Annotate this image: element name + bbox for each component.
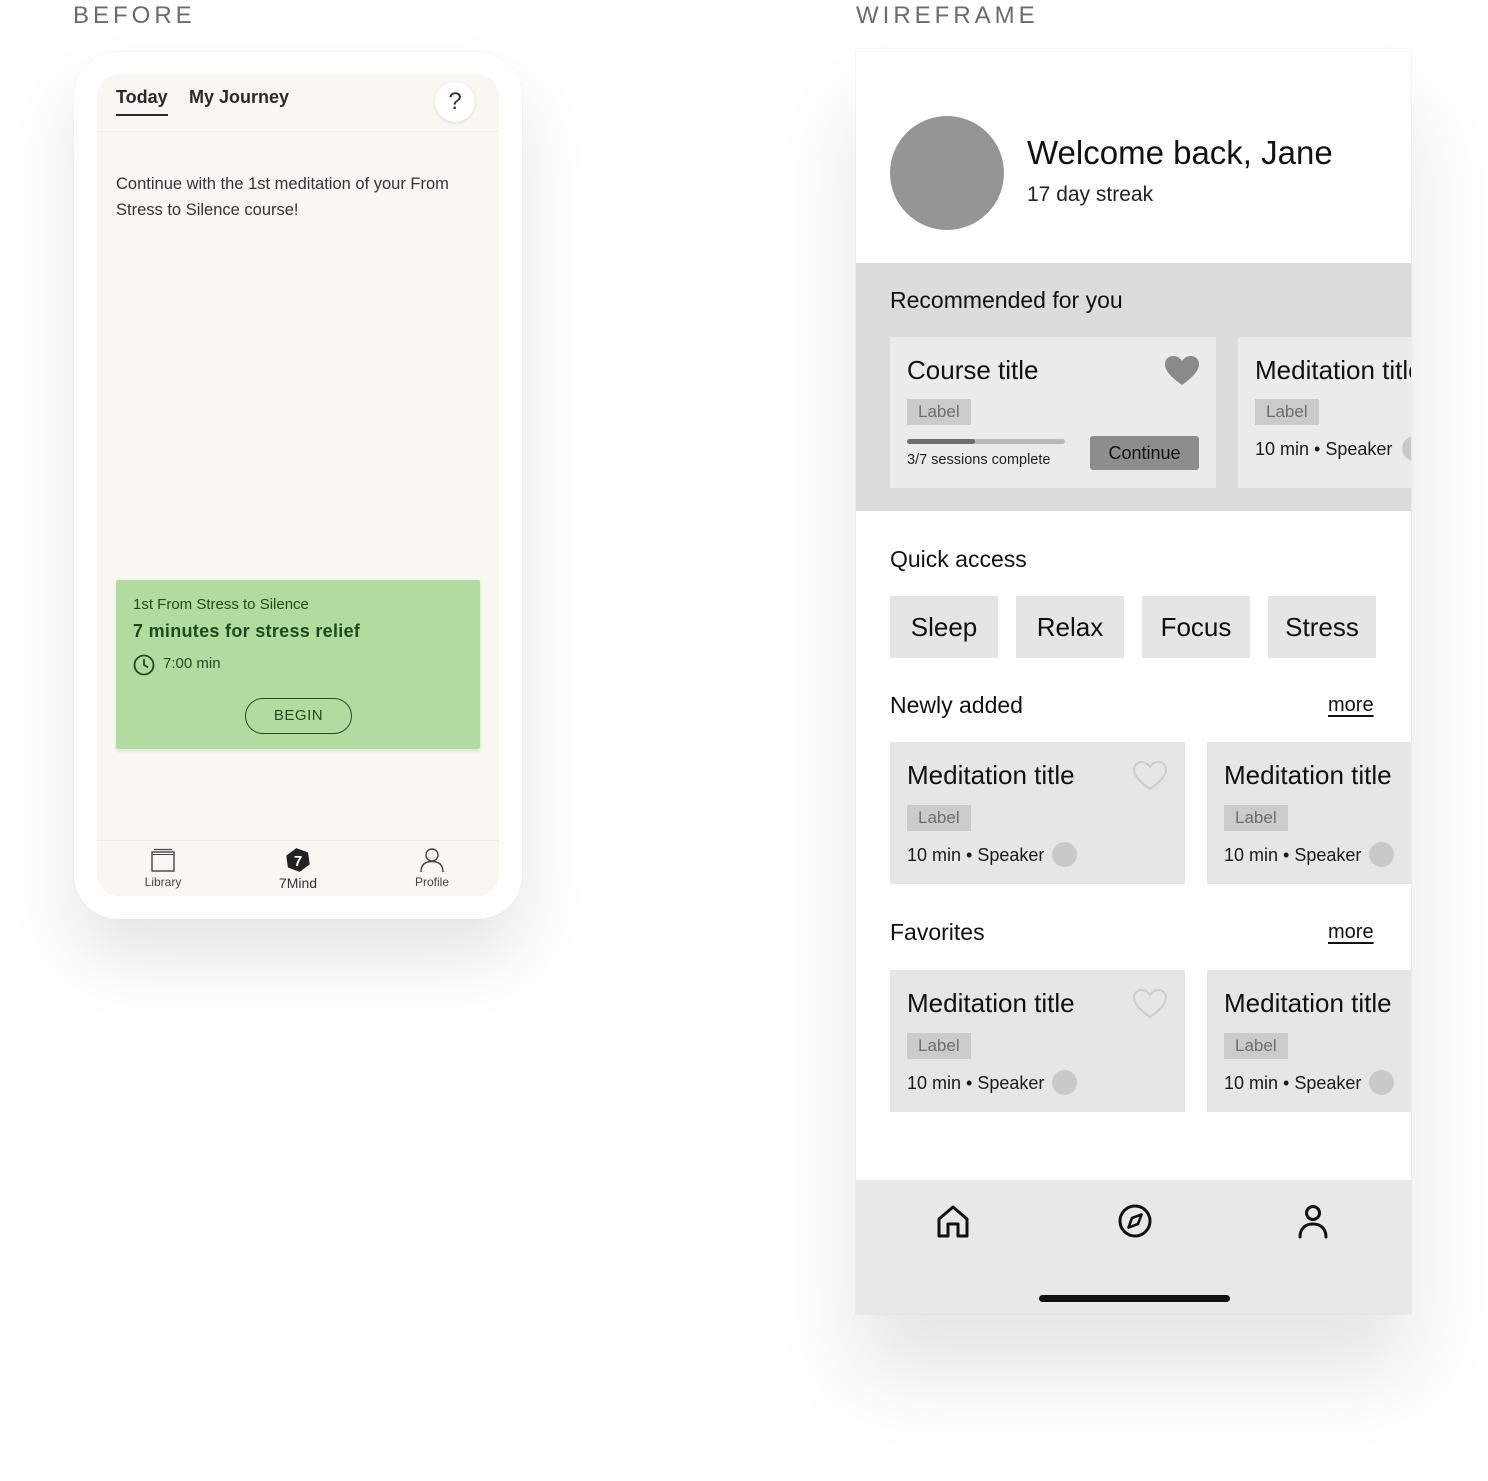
quick-access-title: Quick access: [890, 546, 1027, 572]
help-button[interactable]: ?: [435, 82, 475, 122]
chip-stress[interactable]: Stress: [1268, 596, 1376, 658]
meditation-label-tag: Label: [1255, 399, 1319, 425]
continue-message: Continue with the 1st meditation of your…: [116, 175, 449, 219]
profile-icon: [420, 848, 444, 873]
speaker-avatar: [1052, 1070, 1077, 1095]
heart-outline-icon[interactable]: [1132, 760, 1168, 792]
nav-profile[interactable]: Profile: [392, 847, 472, 889]
duration: 7:00 min: [163, 655, 221, 672]
tab-my-journey[interactable]: My Journey: [189, 87, 289, 108]
meditation-meta: 10 min • Speaker: [907, 845, 1045, 865]
meditation-meta: 10 min • Speaker: [1224, 845, 1362, 865]
home-indicator: [1039, 1295, 1230, 1302]
nav-library[interactable]: Library: [123, 847, 203, 889]
speaker-avatar: [1052, 842, 1077, 867]
before-section-label: BEFORE: [73, 2, 196, 29]
nav-7mind-label: 7Mind: [278, 875, 318, 891]
meditation-card[interactable]: 1st From Stress to Silence 7 minutes for…: [116, 580, 480, 749]
speaker-avatar: [1369, 842, 1394, 867]
meditation-label-tag: Label: [1224, 1033, 1288, 1059]
meditation-meta: 10 min • Speaker: [1224, 1073, 1362, 1093]
recommended-title: Recommended for you: [890, 287, 1123, 313]
meditation-meta: 10 min • Speaker: [907, 1073, 1045, 1093]
progress-bar: [907, 439, 1065, 444]
sessions-complete: 3/7 sessions complete: [907, 452, 1051, 468]
newly-added-more-link[interactable]: more: [1328, 694, 1374, 717]
compass-icon[interactable]: [1116, 1202, 1154, 1240]
newly-added-card[interactable]: Meditation title Label 10 min • Speaker: [890, 742, 1185, 884]
favorites-title: Favorites: [890, 919, 985, 945]
nav-library-label: Library: [144, 875, 182, 889]
welcome-heading: Welcome back, Jane: [1027, 134, 1333, 171]
bottom-nav: Library 7 7Mind Profile: [97, 840, 499, 896]
speaker-avatar: [1402, 436, 1411, 461]
meditation-label-tag: Label: [907, 1033, 971, 1059]
continue-button[interactable]: Continue: [1090, 436, 1199, 470]
meditation-title: Meditation title: [1255, 355, 1411, 385]
wireframe-screen: Welcome back, Jane 17 day streak Recomme…: [856, 52, 1411, 1314]
tab-today[interactable]: Today: [116, 87, 168, 116]
meditation-title: Meditation title: [907, 760, 1075, 790]
heart-outline-icon[interactable]: [1132, 988, 1168, 1020]
meditation-title: Meditation title: [1224, 760, 1392, 790]
clock-icon: [133, 654, 155, 676]
recommended-meditation-card[interactable]: Meditation title Label 10 min • Speaker: [1238, 337, 1411, 488]
course-title: Course title: [907, 355, 1039, 385]
newly-added-card[interactable]: Meditation title Label 10 min • Speaker: [1207, 742, 1411, 884]
wireframe-section-label: WIREFRAME: [856, 2, 1039, 29]
before-screen: Today My Journey ? Continue with the 1st…: [97, 74, 499, 896]
nav-7mind[interactable]: 7 7Mind: [258, 847, 338, 891]
library-icon: [151, 848, 175, 872]
course-label-tag: Label: [907, 399, 971, 425]
favorites-more-link[interactable]: more: [1328, 921, 1374, 944]
newly-added-title: Newly added: [890, 692, 1023, 718]
home-icon[interactable]: [934, 1202, 972, 1240]
meditation-title: 7 minutes for stress relief: [133, 621, 361, 641]
7mind-logo-icon: 7: [286, 848, 310, 872]
favorites-card[interactable]: Meditation title Label 10 min • Speaker: [1207, 970, 1411, 1112]
meditation-label-tag: Label: [907, 805, 971, 831]
user-icon[interactable]: [1294, 1202, 1332, 1240]
progress-fill: [907, 439, 975, 444]
meditation-meta: 10 min • Speaker: [1255, 439, 1393, 459]
heart-filled-icon[interactable]: [1164, 355, 1200, 387]
begin-button[interactable]: BEGIN: [245, 698, 352, 734]
recommended-section: Recommended for you Course title Label 3…: [856, 263, 1411, 511]
before-phone-frame: Today My Journey ? Continue with the 1st…: [74, 52, 522, 919]
meditation-title: Meditation title: [1224, 988, 1392, 1018]
top-bar: Today My Journey ?: [97, 74, 499, 132]
7mind-logo-glyph: 7: [294, 853, 302, 870]
streak-text: 17 day streak: [1027, 183, 1154, 206]
chip-sleep[interactable]: Sleep: [890, 596, 998, 658]
nav-profile-label: Profile: [414, 875, 449, 889]
favorites-card[interactable]: Meditation title Label 10 min • Speaker: [890, 970, 1185, 1112]
course-card[interactable]: Course title Label 3/7 sessions complete…: [890, 337, 1216, 488]
course-subtitle: 1st From Stress to Silence: [133, 596, 309, 613]
avatar[interactable]: [890, 116, 1004, 230]
chip-focus[interactable]: Focus: [1142, 596, 1250, 658]
meditation-label-tag: Label: [1224, 805, 1288, 831]
speaker-avatar: [1369, 1070, 1394, 1095]
chip-relax[interactable]: Relax: [1016, 596, 1124, 658]
meditation-title: Meditation title: [907, 988, 1075, 1018]
bottom-nav: [856, 1180, 1411, 1314]
